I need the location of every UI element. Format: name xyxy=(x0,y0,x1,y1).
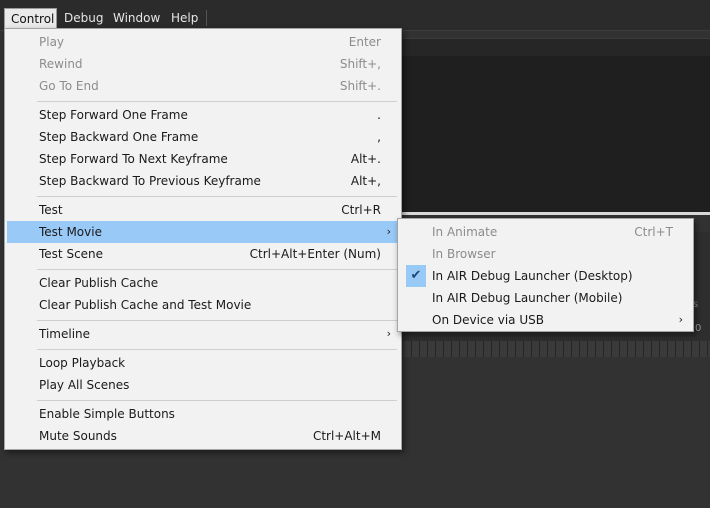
stage-area xyxy=(400,56,710,212)
menu-separator xyxy=(37,320,397,321)
menu-item-label: Test xyxy=(39,203,63,217)
menu-item-step-backward-previous-keyframe[interactable]: Step Backward To Previous Keyframe Alt+, xyxy=(7,170,399,192)
menubar-control[interactable]: Control xyxy=(4,8,57,28)
check-icon: ✔ xyxy=(406,265,426,287)
menu-item-step-backward-one-frame[interactable]: Step Backward One Frame , xyxy=(7,126,399,148)
chevron-right-icon: › xyxy=(386,327,391,340)
menu-item-rewind[interactable]: Rewind Shift+, xyxy=(7,53,399,75)
menu-item-label: Play xyxy=(39,35,65,49)
menu-separator xyxy=(37,101,397,102)
menu-item-clear-publish-cache[interactable]: Clear Publish Cache xyxy=(7,272,399,294)
menu-separator xyxy=(37,349,397,350)
submenu-item-on-device-usb[interactable]: On Device via USB › xyxy=(400,309,691,331)
menu-item-shortcut: Shift+, xyxy=(339,57,381,71)
menu-item-mute-sounds[interactable]: Mute Sounds Ctrl+Alt+M xyxy=(7,425,399,447)
menu-item-label: Loop Playback xyxy=(39,356,126,370)
menubar-divider xyxy=(206,10,207,26)
panel-divider xyxy=(400,212,710,215)
menu-item-shortcut: Ctrl+Alt+Enter (Num) xyxy=(249,247,381,261)
menu-item-go-to-end[interactable]: Go To End Shift+. xyxy=(7,75,399,97)
menu-item-enable-simple-buttons[interactable]: Enable Simple Buttons xyxy=(7,403,399,425)
menu-item-label: Enable Simple Buttons xyxy=(39,407,175,421)
menu-separator xyxy=(37,400,397,401)
menu-item-label: Step Forward One Frame xyxy=(39,108,188,122)
menu-item-shortcut: Ctrl+Alt+M xyxy=(312,429,381,443)
timeline-frames xyxy=(404,341,710,357)
menu-item-clear-publish-cache-test-movie[interactable]: Clear Publish Cache and Test Movie xyxy=(7,294,399,316)
menu-separator xyxy=(37,196,397,197)
menu-item-label: Go To End xyxy=(39,79,99,93)
menu-item-test[interactable]: Test Ctrl+R xyxy=(7,199,399,221)
menu-item-label: On Device via USB xyxy=(432,313,544,327)
chevron-right-icon: › xyxy=(386,225,391,238)
menu-item-shortcut: Shift+. xyxy=(339,79,381,93)
menu-item-timeline[interactable]: Timeline › xyxy=(7,323,399,345)
menu-item-shortcut: Ctrl+R xyxy=(341,203,381,217)
submenu-item-in-browser[interactable]: In Browser xyxy=(400,243,691,265)
menu-item-step-forward-next-keyframe[interactable]: Step Forward To Next Keyframe Alt+. xyxy=(7,148,399,170)
menu-item-play-all-scenes[interactable]: Play All Scenes xyxy=(7,374,399,396)
menu-item-label: Test Movie xyxy=(39,225,102,239)
submenu-item-air-desktop[interactable]: ✔ In AIR Debug Launcher (Desktop) xyxy=(400,265,691,287)
menubar-help[interactable]: Help xyxy=(165,8,204,28)
menu-item-shortcut: Alt+, xyxy=(350,174,381,188)
menu-item-label: Test Scene xyxy=(39,247,104,261)
menu-item-test-movie[interactable]: Test Movie › xyxy=(7,221,399,243)
submenu-item-in-animate[interactable]: In Animate Ctrl+T xyxy=(400,221,691,243)
menu-item-label: Timeline xyxy=(39,327,91,341)
menu-item-label: Rewind xyxy=(39,57,83,71)
menu-item-label: In AIR Debug Launcher (Mobile) xyxy=(432,291,623,305)
menu-item-label: Step Forward To Next Keyframe xyxy=(39,152,228,166)
menu-item-shortcut: , xyxy=(377,130,381,144)
menu-item-test-scene[interactable]: Test Scene Ctrl+Alt+Enter (Num) xyxy=(7,243,399,265)
menu-separator xyxy=(37,269,397,270)
menu-item-label: In AIR Debug Launcher (Desktop) xyxy=(432,269,633,283)
menu-item-label: In Animate xyxy=(432,225,498,239)
menu-item-shortcut: . xyxy=(377,108,381,122)
menu-item-label: Step Backward To Previous Keyframe xyxy=(39,174,261,188)
menu-bar: Control Debug Window Help xyxy=(0,0,710,31)
timeline-edge-number: 0 xyxy=(695,323,702,334)
menu-item-label: In Browser xyxy=(432,247,496,261)
menubar-debug[interactable]: Debug xyxy=(58,8,109,28)
menubar-window[interactable]: Window xyxy=(107,8,166,28)
menu-item-step-forward-one-frame[interactable]: Step Forward One Frame . xyxy=(7,104,399,126)
menu-item-shortcut: Ctrl+T xyxy=(634,225,673,239)
menu-item-loop-playback[interactable]: Loop Playback xyxy=(7,352,399,374)
menu-item-shortcut: Alt+. xyxy=(350,152,381,166)
submenu-item-air-mobile[interactable]: In AIR Debug Launcher (Mobile) xyxy=(400,287,691,309)
test-movie-submenu: In Animate Ctrl+T In Browser ✔ In AIR De… xyxy=(397,218,694,332)
menu-item-label: Clear Publish Cache xyxy=(39,276,159,290)
menu-item-play[interactable]: Play Enter xyxy=(7,31,399,53)
menu-item-label: Clear Publish Cache and Test Movie xyxy=(39,298,252,312)
menu-item-label: Play All Scenes xyxy=(39,378,130,392)
control-menu: Play Enter Rewind Shift+, Go To End Shif… xyxy=(4,28,402,450)
panel-header-strip xyxy=(400,38,710,57)
menu-item-shortcut: Enter xyxy=(348,35,381,49)
menu-item-label: Step Backward One Frame xyxy=(39,130,199,144)
chevron-right-icon: › xyxy=(678,313,683,326)
menu-item-label: Mute Sounds xyxy=(39,429,117,443)
